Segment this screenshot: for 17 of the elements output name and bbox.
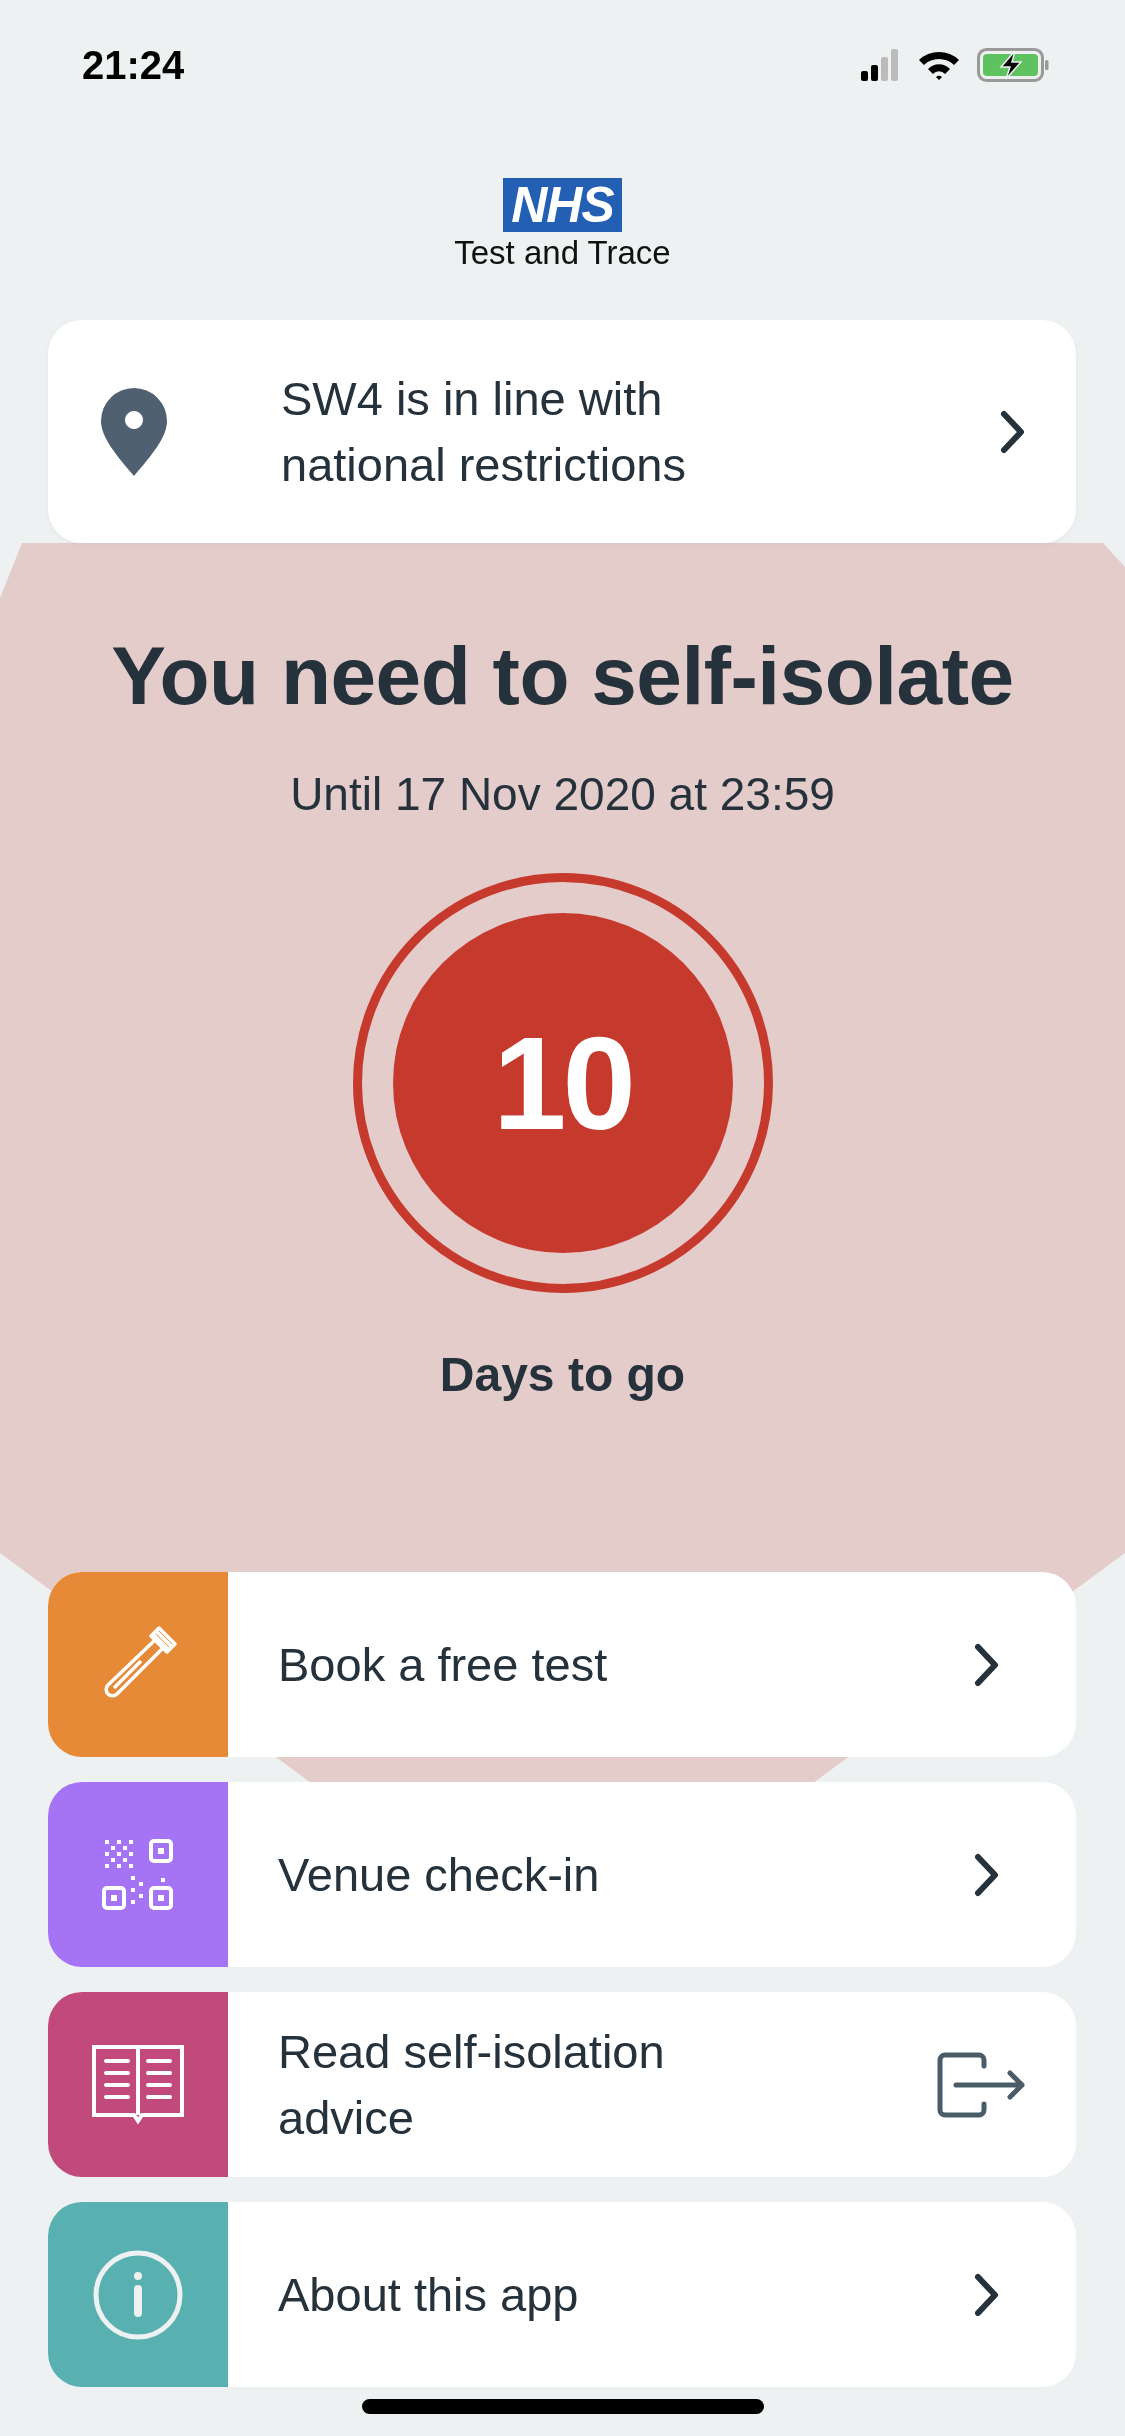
menu-item[interactable]: Venue check-in bbox=[48, 1782, 1076, 1967]
days-label: Days to go bbox=[439, 1347, 686, 1402]
menu-item[interactable]: Book a free test bbox=[48, 1572, 1076, 1757]
menu-item-label: Read self-isolation advice bbox=[277, 2023, 666, 2146]
menu-item-label: About this app bbox=[277, 2266, 580, 2323]
days-count: 10 bbox=[493, 1008, 632, 1159]
menu-item-label: Book a free test bbox=[277, 1636, 609, 1693]
isolation-end-date: Until 17 Nov 2020 at 23:59 bbox=[290, 767, 835, 821]
menu-item[interactable]: Read self-isolation advice bbox=[48, 1992, 1076, 2177]
location-card[interactable]: SW4 is in line with national restrictions bbox=[48, 320, 1076, 543]
location-status-text: SW4 is in line with national restrictions bbox=[281, 370, 687, 493]
menu-item[interactable]: About this app bbox=[48, 2202, 1076, 2387]
isolation-title: You need to self-isolate bbox=[111, 629, 1014, 723]
nhs-logo: NHS bbox=[503, 178, 622, 232]
status-time: 21:24 bbox=[82, 42, 185, 88]
menu-item-label: Venue check-in bbox=[277, 1846, 601, 1903]
app-subtitle: Test and Trace bbox=[454, 234, 671, 272]
